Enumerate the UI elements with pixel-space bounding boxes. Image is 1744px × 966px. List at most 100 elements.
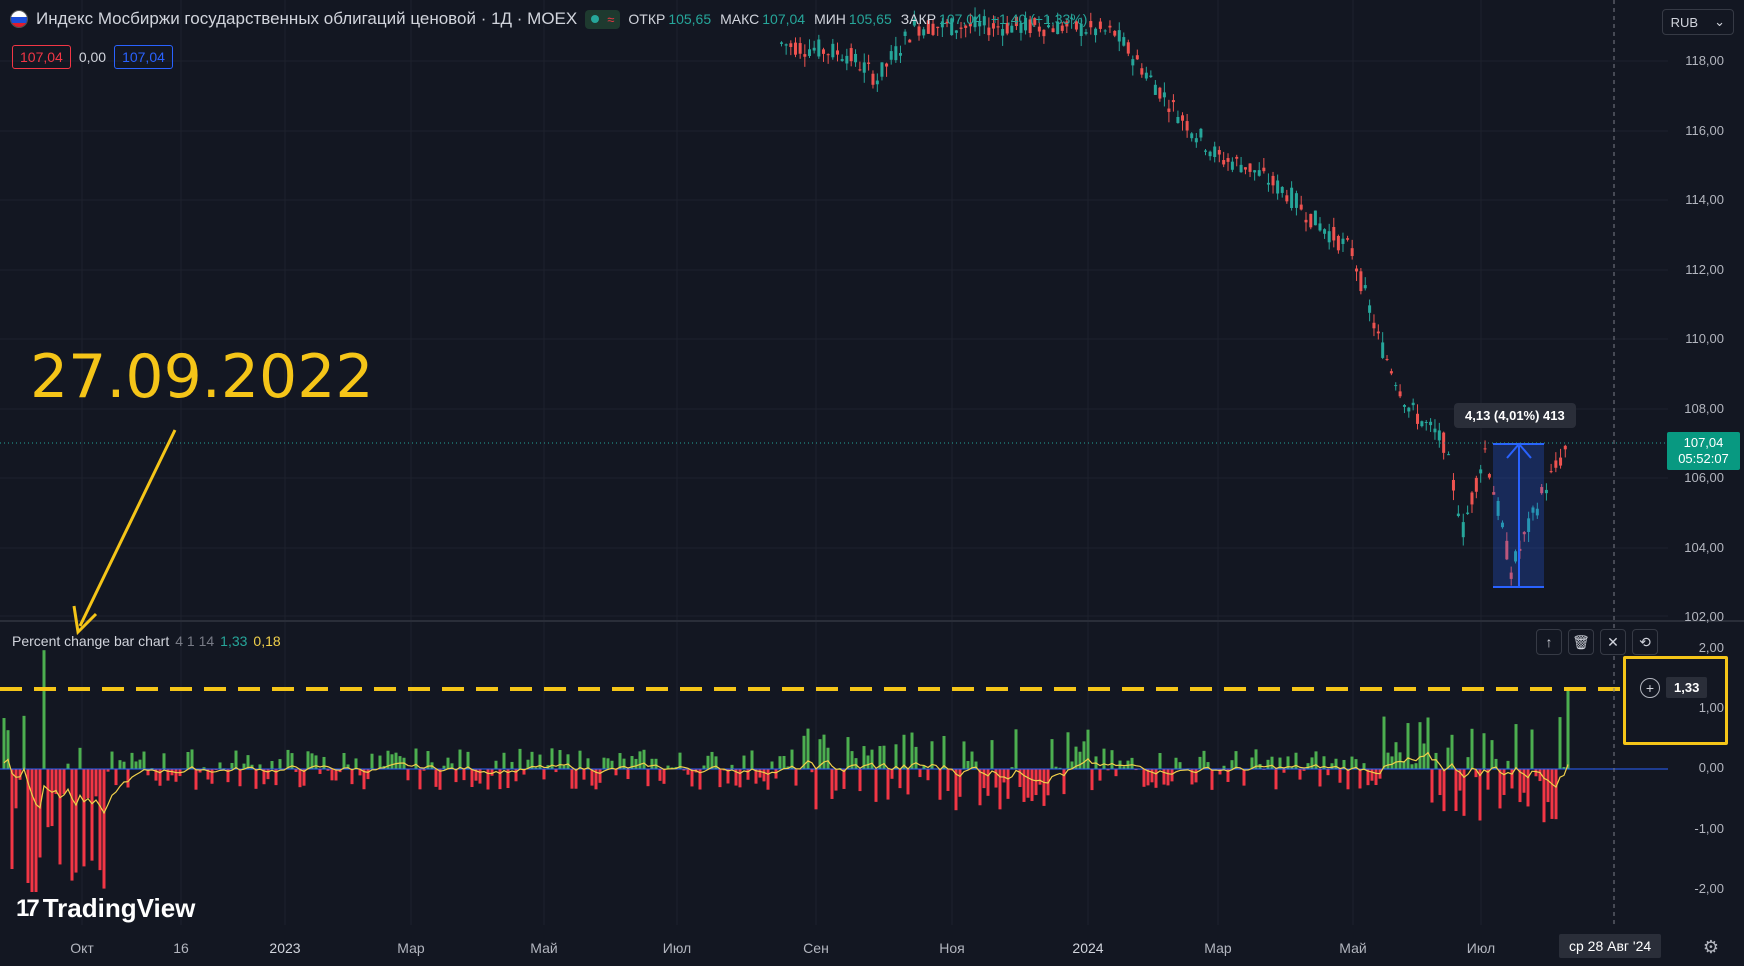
percent-bar (970, 751, 974, 769)
percent-bar (218, 762, 222, 769)
candle (831, 38, 835, 60)
percent-bar (58, 769, 62, 865)
percent-bar (102, 769, 106, 889)
percent-bar (1170, 769, 1174, 782)
percent-bar (794, 769, 798, 786)
percent-bar (770, 761, 774, 769)
percent-bar (1026, 769, 1030, 798)
market-status-button[interactable]: ≈ (585, 9, 621, 29)
candle (1094, 27, 1098, 43)
buy-price-box[interactable]: 107,04 (114, 45, 173, 69)
symbol-title[interactable]: Индекс Мосбиржи государственных облигаци… (36, 9, 577, 29)
collapse-icon[interactable]: ✕ (1600, 629, 1626, 655)
candle (1162, 82, 1166, 107)
percent-bar (1558, 717, 1562, 769)
percent-bar (86, 769, 90, 799)
percent-bar (1442, 769, 1446, 812)
chart-stage[interactable]: Индекс Мосбиржи государственных облигаци… (0, 0, 1744, 966)
percent-bar (114, 769, 118, 786)
candle (1479, 464, 1483, 483)
indicator-last-value: 1,33 (1666, 677, 1708, 698)
percent-bar (634, 758, 638, 769)
candle (1456, 505, 1460, 518)
arrow-up-icon[interactable]: ↑ (1536, 629, 1562, 655)
candle (1447, 451, 1451, 456)
percent-bar (906, 769, 910, 795)
indicator-axis-label: 2,00 (1698, 640, 1724, 655)
annotation-date: 27.09.2022 (30, 342, 374, 412)
tradingview-logo[interactable]: 17 TradingView (16, 893, 195, 924)
percent-bar (1198, 756, 1202, 769)
percent-bar (778, 756, 782, 769)
percent-bar (1242, 769, 1246, 786)
pane-controls: ↑ 🗑 ✕ ⟲ (1536, 629, 1658, 655)
candle (835, 42, 839, 62)
candle (1140, 63, 1144, 78)
indicator-value-tag: + 1,33 (1640, 677, 1708, 698)
plus-circle-icon[interactable]: + (1640, 677, 1660, 698)
indicator-legend[interactable]: Percent change bar chart 4 1 14 1,33 0,1… (12, 633, 281, 649)
candle (1341, 232, 1345, 252)
percent-bar (174, 769, 178, 782)
percent-bar (1406, 723, 1410, 769)
gear-icon[interactable]: ⚙ (1700, 936, 1722, 958)
price-range-measure[interactable] (1493, 442, 1544, 588)
symbol-legend[interactable]: Индекс Мосбиржи государственных облигаци… (10, 9, 1093, 29)
percent-bar (1034, 769, 1038, 796)
percent-bar (370, 753, 374, 769)
percent-bar (1090, 769, 1094, 791)
swap-icon[interactable]: ⟲ (1632, 629, 1658, 655)
candle (779, 41, 783, 47)
percent-bar (350, 769, 354, 785)
trash-icon[interactable]: 🗑 (1568, 629, 1594, 655)
indicator-title[interactable]: Percent change bar chart (12, 633, 169, 649)
candle (1271, 171, 1275, 194)
percent-bar (1078, 751, 1082, 769)
candle (1262, 158, 1266, 174)
percent-bar (926, 769, 930, 781)
candle (1376, 324, 1380, 340)
candle (826, 53, 830, 64)
candle (1131, 55, 1135, 76)
percent-bar (570, 769, 574, 789)
candle (1042, 29, 1046, 44)
percent-bar (434, 769, 438, 787)
percent-bar (602, 757, 606, 769)
percent-bar (50, 769, 54, 827)
chart-canvas[interactable] (0, 0, 1744, 966)
percent-bar (1210, 769, 1214, 790)
candle (1153, 80, 1157, 95)
percent-bar (1382, 716, 1386, 769)
percent-bar (542, 769, 546, 780)
percent-bar (946, 769, 950, 791)
candle (821, 47, 825, 62)
candle (1420, 420, 1424, 428)
candle (1248, 163, 1252, 178)
percent-bar (1394, 742, 1398, 769)
percent-bar (394, 752, 398, 769)
candle (1117, 22, 1121, 52)
percent-bar (690, 769, 694, 787)
percent-bar (314, 755, 318, 769)
currency-select[interactable]: RUB ⌄ (1661, 9, 1734, 35)
candle (1461, 513, 1465, 546)
percent-bar (1194, 769, 1198, 783)
highlight-frame (1623, 656, 1728, 745)
candle (1126, 39, 1130, 57)
percent-bar (942, 735, 946, 769)
candle (1135, 49, 1139, 60)
percent-bar (854, 758, 858, 769)
percent-bar (270, 760, 274, 769)
percent-bar (1414, 763, 1418, 769)
percent-bar (278, 759, 282, 769)
percent-bar (510, 761, 514, 769)
percent-bar (1022, 769, 1026, 802)
percent-bar (598, 769, 602, 783)
percent-bar (1154, 769, 1158, 788)
percent-bar (1522, 769, 1526, 793)
candle (1084, 28, 1088, 36)
candle (1416, 404, 1420, 430)
candle (1144, 66, 1148, 81)
sell-price-box[interactable]: 107,04 (12, 45, 71, 69)
percent-bar (918, 769, 922, 778)
